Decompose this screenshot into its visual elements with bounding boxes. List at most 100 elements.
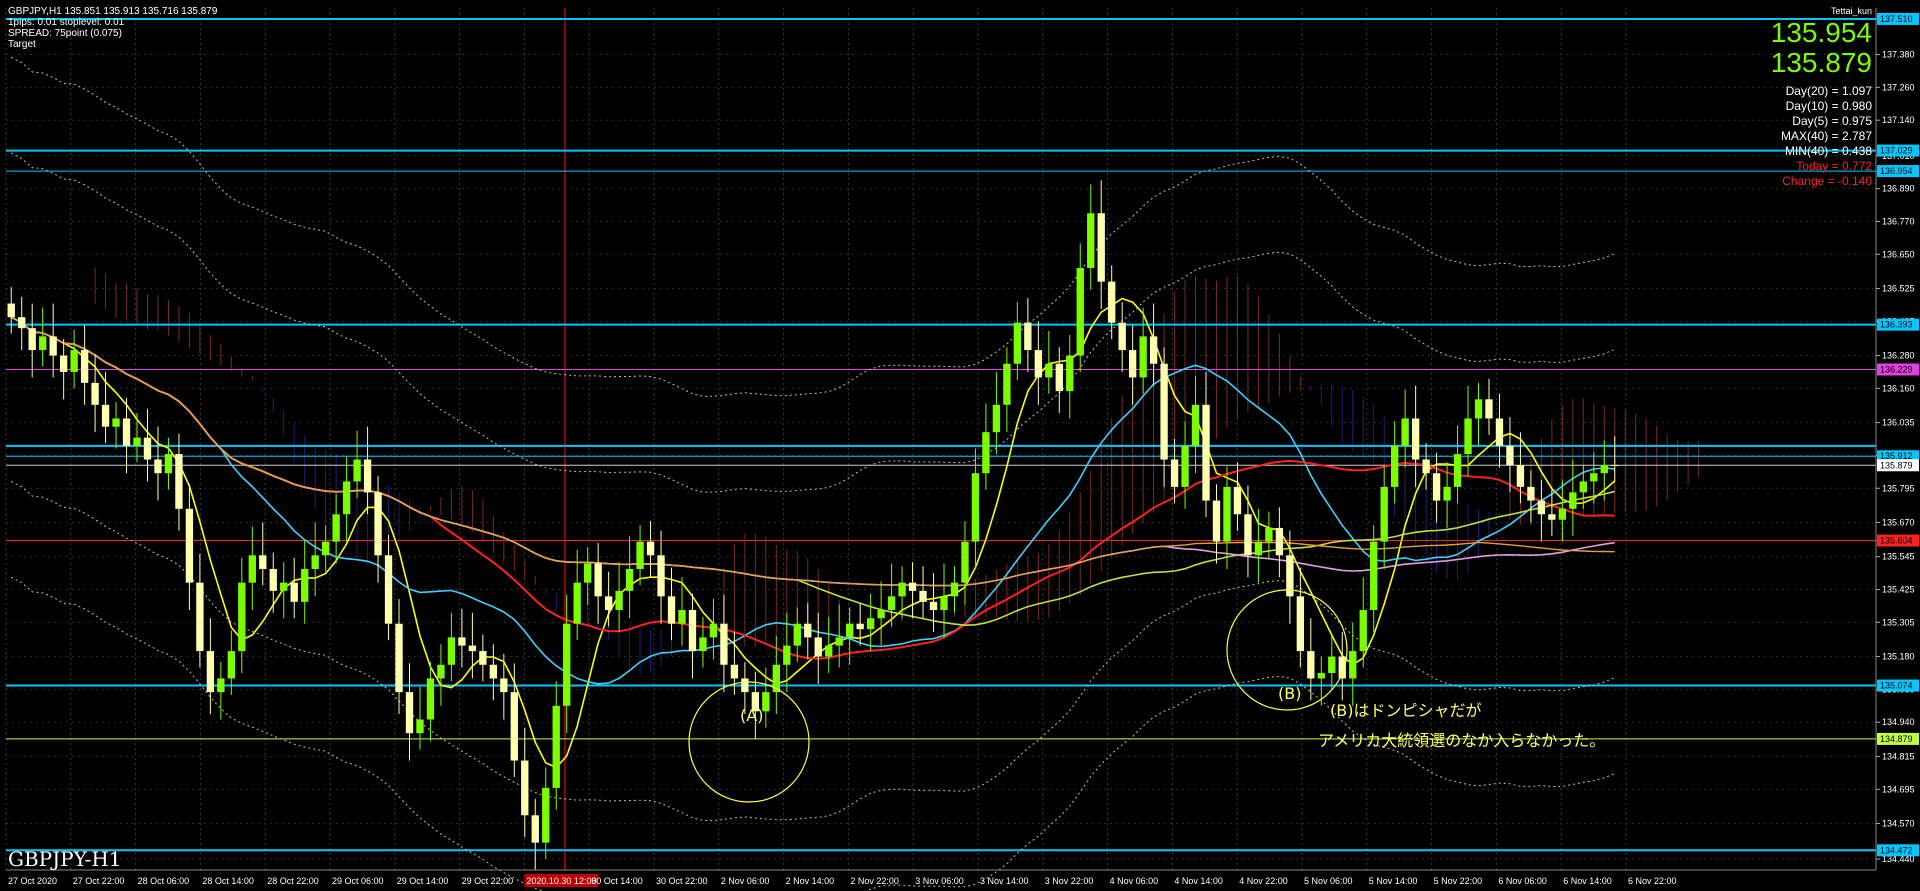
candle-body xyxy=(1170,459,1179,487)
x-tick-label: 3 Nov 14:00 xyxy=(980,876,1029,886)
x-tick-label: 5 Nov 14:00 xyxy=(1369,876,1418,886)
candle-body xyxy=(28,328,36,351)
candle-body xyxy=(416,719,424,734)
candle-body xyxy=(447,637,456,665)
x-tick-label: 30 Oct 22:00 xyxy=(656,876,708,886)
candle-body xyxy=(196,582,204,652)
candle-body xyxy=(49,336,57,356)
symbol-label: GBPJPY-H1 xyxy=(8,847,122,871)
candle-body xyxy=(615,590,623,611)
candle-body xyxy=(1453,454,1462,487)
candle-body xyxy=(1254,541,1263,556)
price-chart[interactable]: 137.510137.380137.260137.140137.010136.8… xyxy=(0,0,1920,891)
candle-body xyxy=(971,473,980,542)
candle-body xyxy=(269,568,277,591)
candle-body xyxy=(919,590,927,602)
header-line1: GBPJPY,H1 135.851 135.913 135.716 135.87… xyxy=(8,6,218,17)
x-tick-label: 2 Nov 06:00 xyxy=(721,876,770,886)
chart-header: GBPJPY,H1 135.851 135.913 135.716 135.87… xyxy=(8,6,217,50)
header-line2: 1pips: 0.01 stoplevel: 0.01 xyxy=(8,17,125,28)
y-tick-label: 135.795 xyxy=(1882,483,1915,493)
candle-body xyxy=(133,437,141,446)
panel-row: Change = -0.140 xyxy=(1782,174,1872,188)
candle-body xyxy=(992,404,1001,433)
candle-body xyxy=(395,623,403,693)
price-tag-label: 135.604 xyxy=(1880,536,1913,546)
panel-row: Day(5) = 0.975 xyxy=(1792,114,1872,128)
y-tick-label: 134.940 xyxy=(1882,717,1915,727)
candle-body xyxy=(908,582,917,591)
ask-price: 135.879 xyxy=(1770,47,1872,78)
candle-body xyxy=(625,568,634,591)
candle-body xyxy=(688,610,697,652)
candle-body xyxy=(342,481,351,515)
candle-body xyxy=(1066,355,1074,392)
x-tick-label: 4 Nov 22:00 xyxy=(1239,876,1288,886)
y-tick-label: 137.260 xyxy=(1882,82,1915,92)
candle-body xyxy=(1443,486,1451,501)
candle-body xyxy=(1108,281,1116,323)
candle-body xyxy=(856,623,864,630)
candle-body xyxy=(290,582,298,602)
candle-body xyxy=(59,355,68,372)
candle-body xyxy=(1212,500,1221,542)
candle-body xyxy=(667,596,676,624)
price-tag-label: 135.074 xyxy=(1880,681,1913,691)
candle-body xyxy=(18,317,26,329)
candle-body xyxy=(573,582,581,624)
candle-body xyxy=(479,651,487,665)
candle-body xyxy=(814,637,822,657)
candle-body xyxy=(531,815,539,843)
y-tick-label: 135.545 xyxy=(1882,552,1915,562)
price-tag-label: 134.879 xyxy=(1880,734,1913,744)
candle-body xyxy=(1087,213,1095,268)
x-tick-label: 27 Oct 2020 xyxy=(8,876,57,886)
y-tick-label: 136.160 xyxy=(1882,383,1915,393)
candle-body xyxy=(1391,445,1399,487)
candle-body xyxy=(1432,473,1441,501)
candle-body xyxy=(1233,486,1242,515)
candle-body xyxy=(1558,508,1567,520)
candle-body xyxy=(961,541,969,583)
candle-body xyxy=(1307,651,1315,679)
candle-body xyxy=(1045,363,1053,378)
candle-body xyxy=(825,645,833,657)
candle-body xyxy=(259,555,267,569)
owner-label: Tettai_kun xyxy=(1830,6,1872,16)
panel-row: MIN(40) = 0.438 xyxy=(1784,144,1872,158)
candle-body xyxy=(1411,418,1420,460)
candle-body xyxy=(709,623,718,638)
candle-body xyxy=(437,664,445,679)
y-tick-label: 136.890 xyxy=(1882,184,1915,194)
x-tick-label: 3 Nov 06:00 xyxy=(915,876,964,886)
candle-body xyxy=(1244,514,1252,556)
y-tick-label: 134.695 xyxy=(1882,784,1915,794)
panel-row: Day(20) = 1.097 xyxy=(1785,84,1872,98)
candle-body xyxy=(1097,213,1105,282)
x-tick-label: 29 Oct 06:00 xyxy=(332,876,384,886)
candle-body xyxy=(143,437,152,460)
x-tick-label: 28 Oct 14:00 xyxy=(202,876,254,886)
label-b: (B) xyxy=(1278,684,1302,703)
candle-body xyxy=(1537,500,1546,515)
candle-body xyxy=(563,623,571,706)
candle-body xyxy=(1181,445,1189,487)
candle-body xyxy=(1506,445,1514,465)
bid-price: 135.954 xyxy=(1770,17,1872,48)
candle-body xyxy=(112,418,120,427)
candle-body xyxy=(468,645,477,652)
candle-body xyxy=(154,459,162,474)
candle-body xyxy=(1328,656,1336,673)
candle-body xyxy=(1265,527,1273,542)
candle-body xyxy=(1401,418,1409,446)
y-tick-label: 134.815 xyxy=(1882,751,1915,761)
candle-body xyxy=(594,563,602,597)
candle-body xyxy=(1590,473,1598,482)
candle-body xyxy=(793,623,801,646)
candle-body xyxy=(510,692,518,761)
candle-body xyxy=(1160,363,1168,460)
candle-body xyxy=(982,432,990,474)
panel-row: MAX(40) = 2.787 xyxy=(1780,129,1872,143)
candle-body xyxy=(730,664,739,679)
annotation-note-1: (B)はドンピシャだが xyxy=(1330,701,1482,720)
